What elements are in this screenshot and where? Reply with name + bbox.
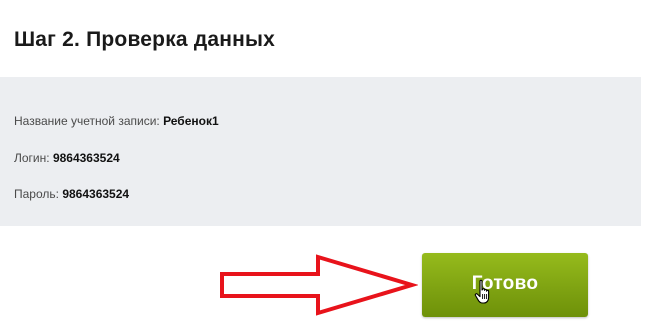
- right-arrow-icon: [220, 254, 418, 316]
- password-label: Пароль:: [14, 187, 59, 201]
- login-value: 9864363524: [52, 151, 120, 165]
- page: Шаг 2. Проверка данных Название учетной …: [0, 0, 646, 336]
- password-value: 9864363524: [62, 187, 130, 201]
- login-label: Логин:: [14, 151, 50, 165]
- login-row: Логин: 9864363524: [14, 151, 120, 165]
- data-summary-panel: Название учетной записи: Ребенок1 Логин:…: [0, 77, 641, 226]
- password-row: Пароль: 9864363524: [14, 187, 129, 201]
- account-name-row: Название учетной записи: Ребенок1: [14, 114, 219, 128]
- step-title: Шаг 2. Проверка данных: [14, 28, 276, 51]
- account-name-label: Название учетной записи:: [14, 114, 160, 128]
- done-button-label: Готово: [471, 273, 539, 294]
- done-button[interactable]: Готово: [422, 253, 588, 317]
- account-name-value: Ребенок1: [163, 114, 219, 128]
